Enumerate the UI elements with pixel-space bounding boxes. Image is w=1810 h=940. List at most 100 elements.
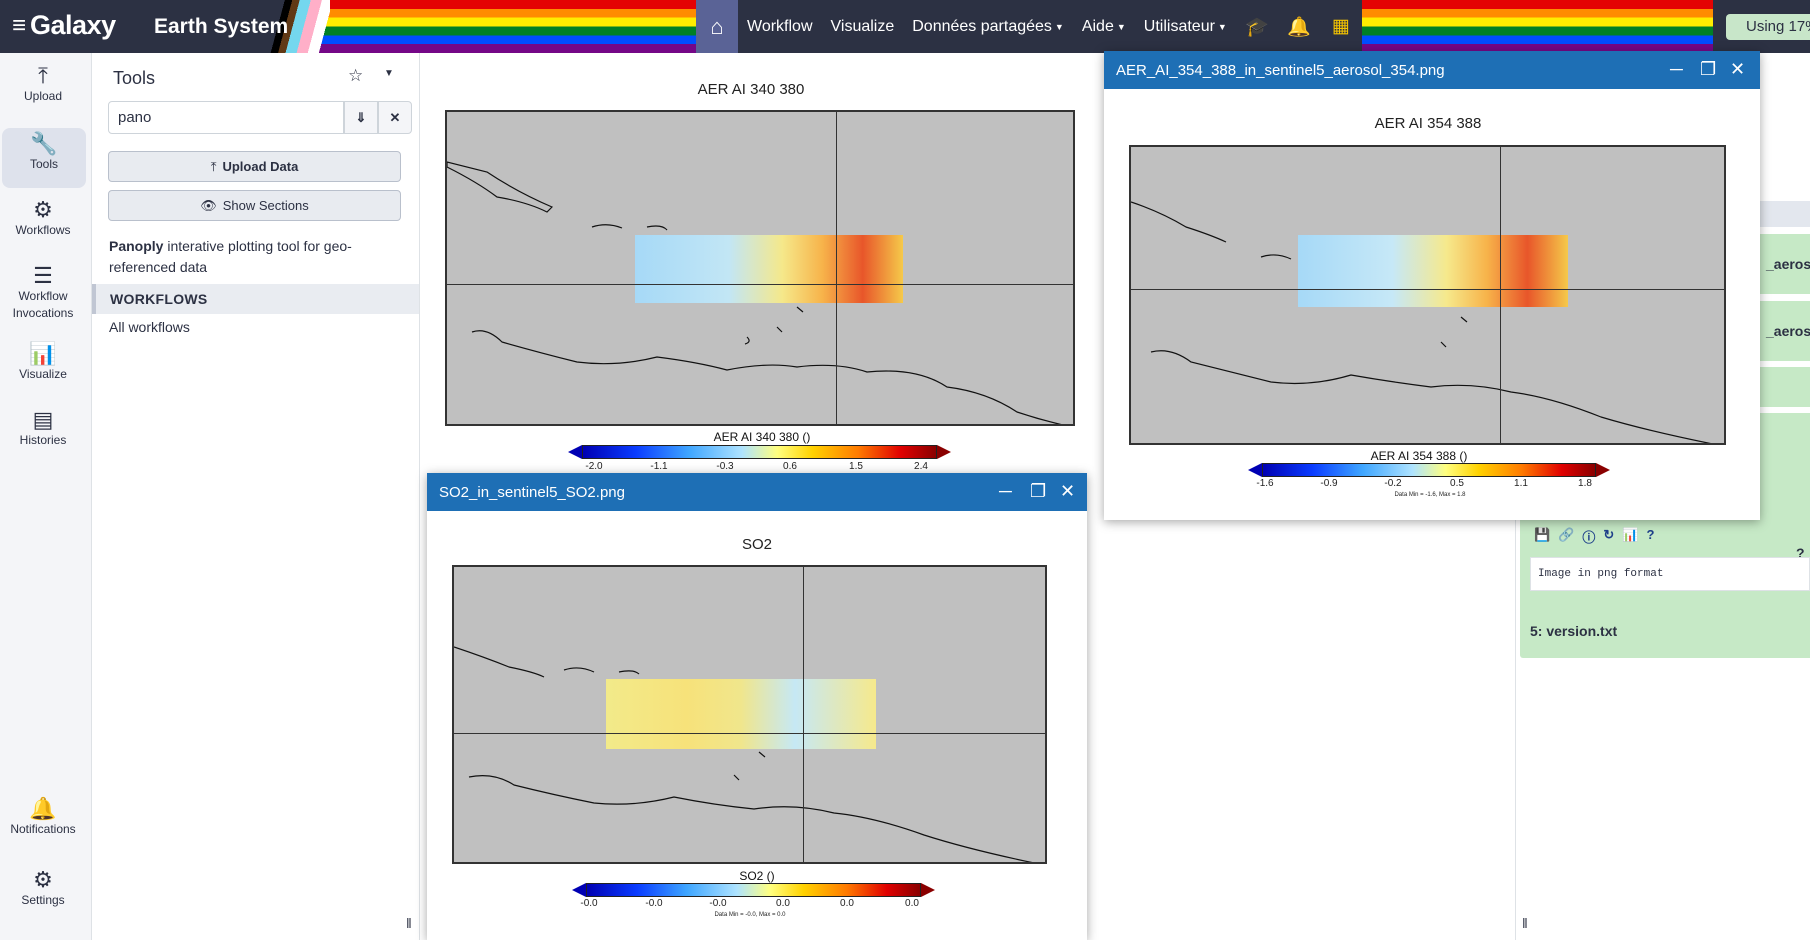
all-workflows-link[interactable]: All workflows — [109, 319, 190, 335]
image-window-so2: SO2_in_sentinel5_SO2.png ─ ❐ ✕ SO2 SO2 (… — [427, 473, 1087, 940]
maximize-icon[interactable]: ❐ — [1700, 59, 1716, 79]
tool-name: Panoply — [109, 238, 164, 254]
data-swath — [635, 235, 903, 303]
activity-bar: ⤒ Upload 🔧 Tools ⚙ Workflows ☰ Workflow … — [0, 53, 92, 940]
activity-settings[interactable]: ⚙ Settings — [0, 869, 86, 909]
upload-icon: ⤒ — [210, 158, 217, 174]
tool-panel-title: Tools — [113, 68, 156, 88]
data-range-note: Data Min = -0.0, Max = 0.0 — [714, 912, 786, 918]
map-plot — [452, 565, 1047, 864]
activity-workflows[interactable]: ⚙ Workflows — [0, 199, 86, 239]
grid-line — [454, 733, 1045, 734]
colorbar-title: AER AI 354 388 () — [1370, 449, 1468, 463]
colorbar-tick: 0.0 — [840, 898, 854, 909]
activity-tools[interactable]: 🔧 Tools — [2, 128, 86, 188]
image-window-aer354: AER_AI_354_388_in_sentinel5_aerosol_354.… — [1104, 51, 1760, 520]
minimize-icon[interactable]: ─ — [999, 481, 1012, 501]
nav-workflow[interactable]: Workflow — [738, 0, 822, 53]
caret-down-icon[interactable]: ▼ — [384, 68, 394, 79]
activity-histories[interactable]: ▤ Histories — [0, 407, 86, 449]
info-icon[interactable]: ⓘ — [1582, 527, 1595, 546]
hdd-icon: ▤ — [32, 407, 54, 432]
bell-icon[interactable]: 🔔 — [1278, 0, 1320, 53]
panel-resize-handle[interactable]: ‖ — [1522, 915, 1528, 931]
quota-meter[interactable]: Using 17% — [1726, 14, 1810, 40]
upload-data-button[interactable]: ⤒ Upload Data — [108, 151, 401, 182]
show-sections-button[interactable]: 👁 Show Sections — [108, 190, 401, 221]
close-icon[interactable]: ✕ — [1060, 481, 1075, 501]
double-chevron-down-icon: ⇓ — [355, 109, 367, 125]
tool-search-input[interactable] — [108, 101, 344, 134]
grid-line — [803, 567, 804, 862]
nav-help[interactable]: Aide ▼ — [1073, 0, 1135, 53]
colorbar-tick: -0.9 — [1320, 478, 1338, 489]
eye-icon: 👁 — [200, 197, 217, 213]
window-title: SO2_in_sentinel5_SO2.png — [439, 483, 625, 501]
activity-invocations-label: Workflow Invocations — [12, 289, 74, 320]
star-icon[interactable]: ☆ — [348, 66, 363, 86]
figure-title: SO2 — [741, 536, 772, 553]
colorbar-tick: -0.2 — [1384, 478, 1402, 489]
colorbar-tick: -0.0 — [645, 898, 663, 909]
caret-down-icon: ▼ — [1054, 21, 1064, 32]
grid-apps-icon[interactable]: ▦ — [1320, 0, 1362, 53]
colorbar-tick: 0.0 — [905, 898, 919, 909]
rerun-icon[interactable]: ↻ — [1603, 527, 1614, 546]
nav-workflow-label: Workflow — [747, 17, 813, 35]
window-header[interactable]: AER_AI_354_388_in_sentinel5_aerosol_354.… — [1104, 51, 1760, 89]
show-sections-label: Show Sections — [222, 198, 309, 213]
graduation-cap-icon[interactable]: 🎓 — [1236, 0, 1278, 53]
colorbar — [582, 445, 937, 459]
map-plot — [445, 110, 1075, 426]
colorbar-tick: 2.4 — [914, 461, 928, 472]
link-icon[interactable]: 🔗 — [1558, 527, 1574, 546]
nav-visualize-label: Visualize — [830, 17, 895, 35]
window-title: AER_AI_354_388_in_sentinel5_aerosol_354.… — [1116, 61, 1445, 79]
activity-upload[interactable]: ⤒ Upload — [0, 65, 86, 105]
history-item-version[interactable]: 5: version.txt — [1520, 611, 1810, 651]
nav-shared-data-label: Données partagées — [912, 17, 1052, 35]
save-icon[interactable]: 💾 — [1534, 527, 1550, 546]
colorbar-tick: -0.3 — [716, 461, 734, 472]
figure-title: AER AI 340 380 — [697, 81, 805, 98]
minimize-icon[interactable]: ─ — [1670, 59, 1683, 79]
window-header[interactable]: SO2_in_sentinel5_SO2.png ─ ❐ ✕ — [427, 473, 1087, 511]
activity-workflow-invocations[interactable]: ☰ Workflow Invocations — [0, 265, 86, 322]
panel-resize-handle[interactable]: ‖ — [406, 915, 412, 931]
nav-visualize[interactable]: Visualize — [822, 0, 904, 53]
activity-notifications[interactable]: 🔔 Notifications — [0, 798, 86, 838]
advanced-search-button[interactable]: ⇓ — [344, 101, 378, 134]
maximize-icon[interactable]: ❐ — [1030, 481, 1046, 501]
colorbar — [1262, 463, 1596, 477]
activity-upload-label: Upload — [23, 89, 63, 103]
activity-visualize[interactable]: 📊 Visualize — [0, 343, 86, 383]
nav-user-label: Utilisateur — [1143, 17, 1215, 35]
activity-settings-label: Settings — [21, 893, 65, 907]
data-swath — [1298, 235, 1568, 307]
colorbar-tick: -0.0 — [709, 898, 727, 909]
tool-item-panoply[interactable]: Panoply interative plotting tool for geo… — [109, 236, 399, 278]
colorbar-tick: 1.1 — [1514, 478, 1528, 489]
nav-shared-data[interactable]: Données partagées ▼ — [903, 0, 1073, 53]
colorbar-tick: -1.1 — [650, 461, 668, 472]
nav-user[interactable]: Utilisateur ▼ — [1135, 0, 1236, 53]
colorbar-max-arrow — [937, 445, 951, 459]
dataset-peek: Image in png format — [1530, 557, 1810, 591]
close-icon[interactable]: ✕ — [1730, 59, 1745, 79]
clear-search-button[interactable]: ✕ — [378, 101, 412, 134]
activity-notifications-label: Notifications — [10, 822, 76, 836]
home-icon[interactable]: ⌂ — [696, 0, 738, 53]
brand-link[interactable]: ≡ Galaxy Earth System — [12, 10, 288, 41]
data-swath — [606, 679, 876, 749]
colorbar-tick: -0.0 — [580, 898, 598, 909]
upload-data-label: Upload Data — [222, 159, 299, 174]
activity-tools-label: Tools — [29, 157, 58, 171]
visualize-icon[interactable]: 📊 — [1622, 527, 1638, 546]
help-icon[interactable]: ? — [1646, 527, 1654, 546]
workflows-section-header: WORKFLOWS — [92, 284, 419, 314]
history-item-name: 5: version.txt — [1530, 623, 1618, 639]
history-item-name: _aeros — [1766, 323, 1810, 339]
colorbar-tick: 0.0 — [776, 898, 790, 909]
caret-down-icon: ▼ — [1116, 21, 1126, 32]
pride-banner-left — [300, 0, 696, 53]
